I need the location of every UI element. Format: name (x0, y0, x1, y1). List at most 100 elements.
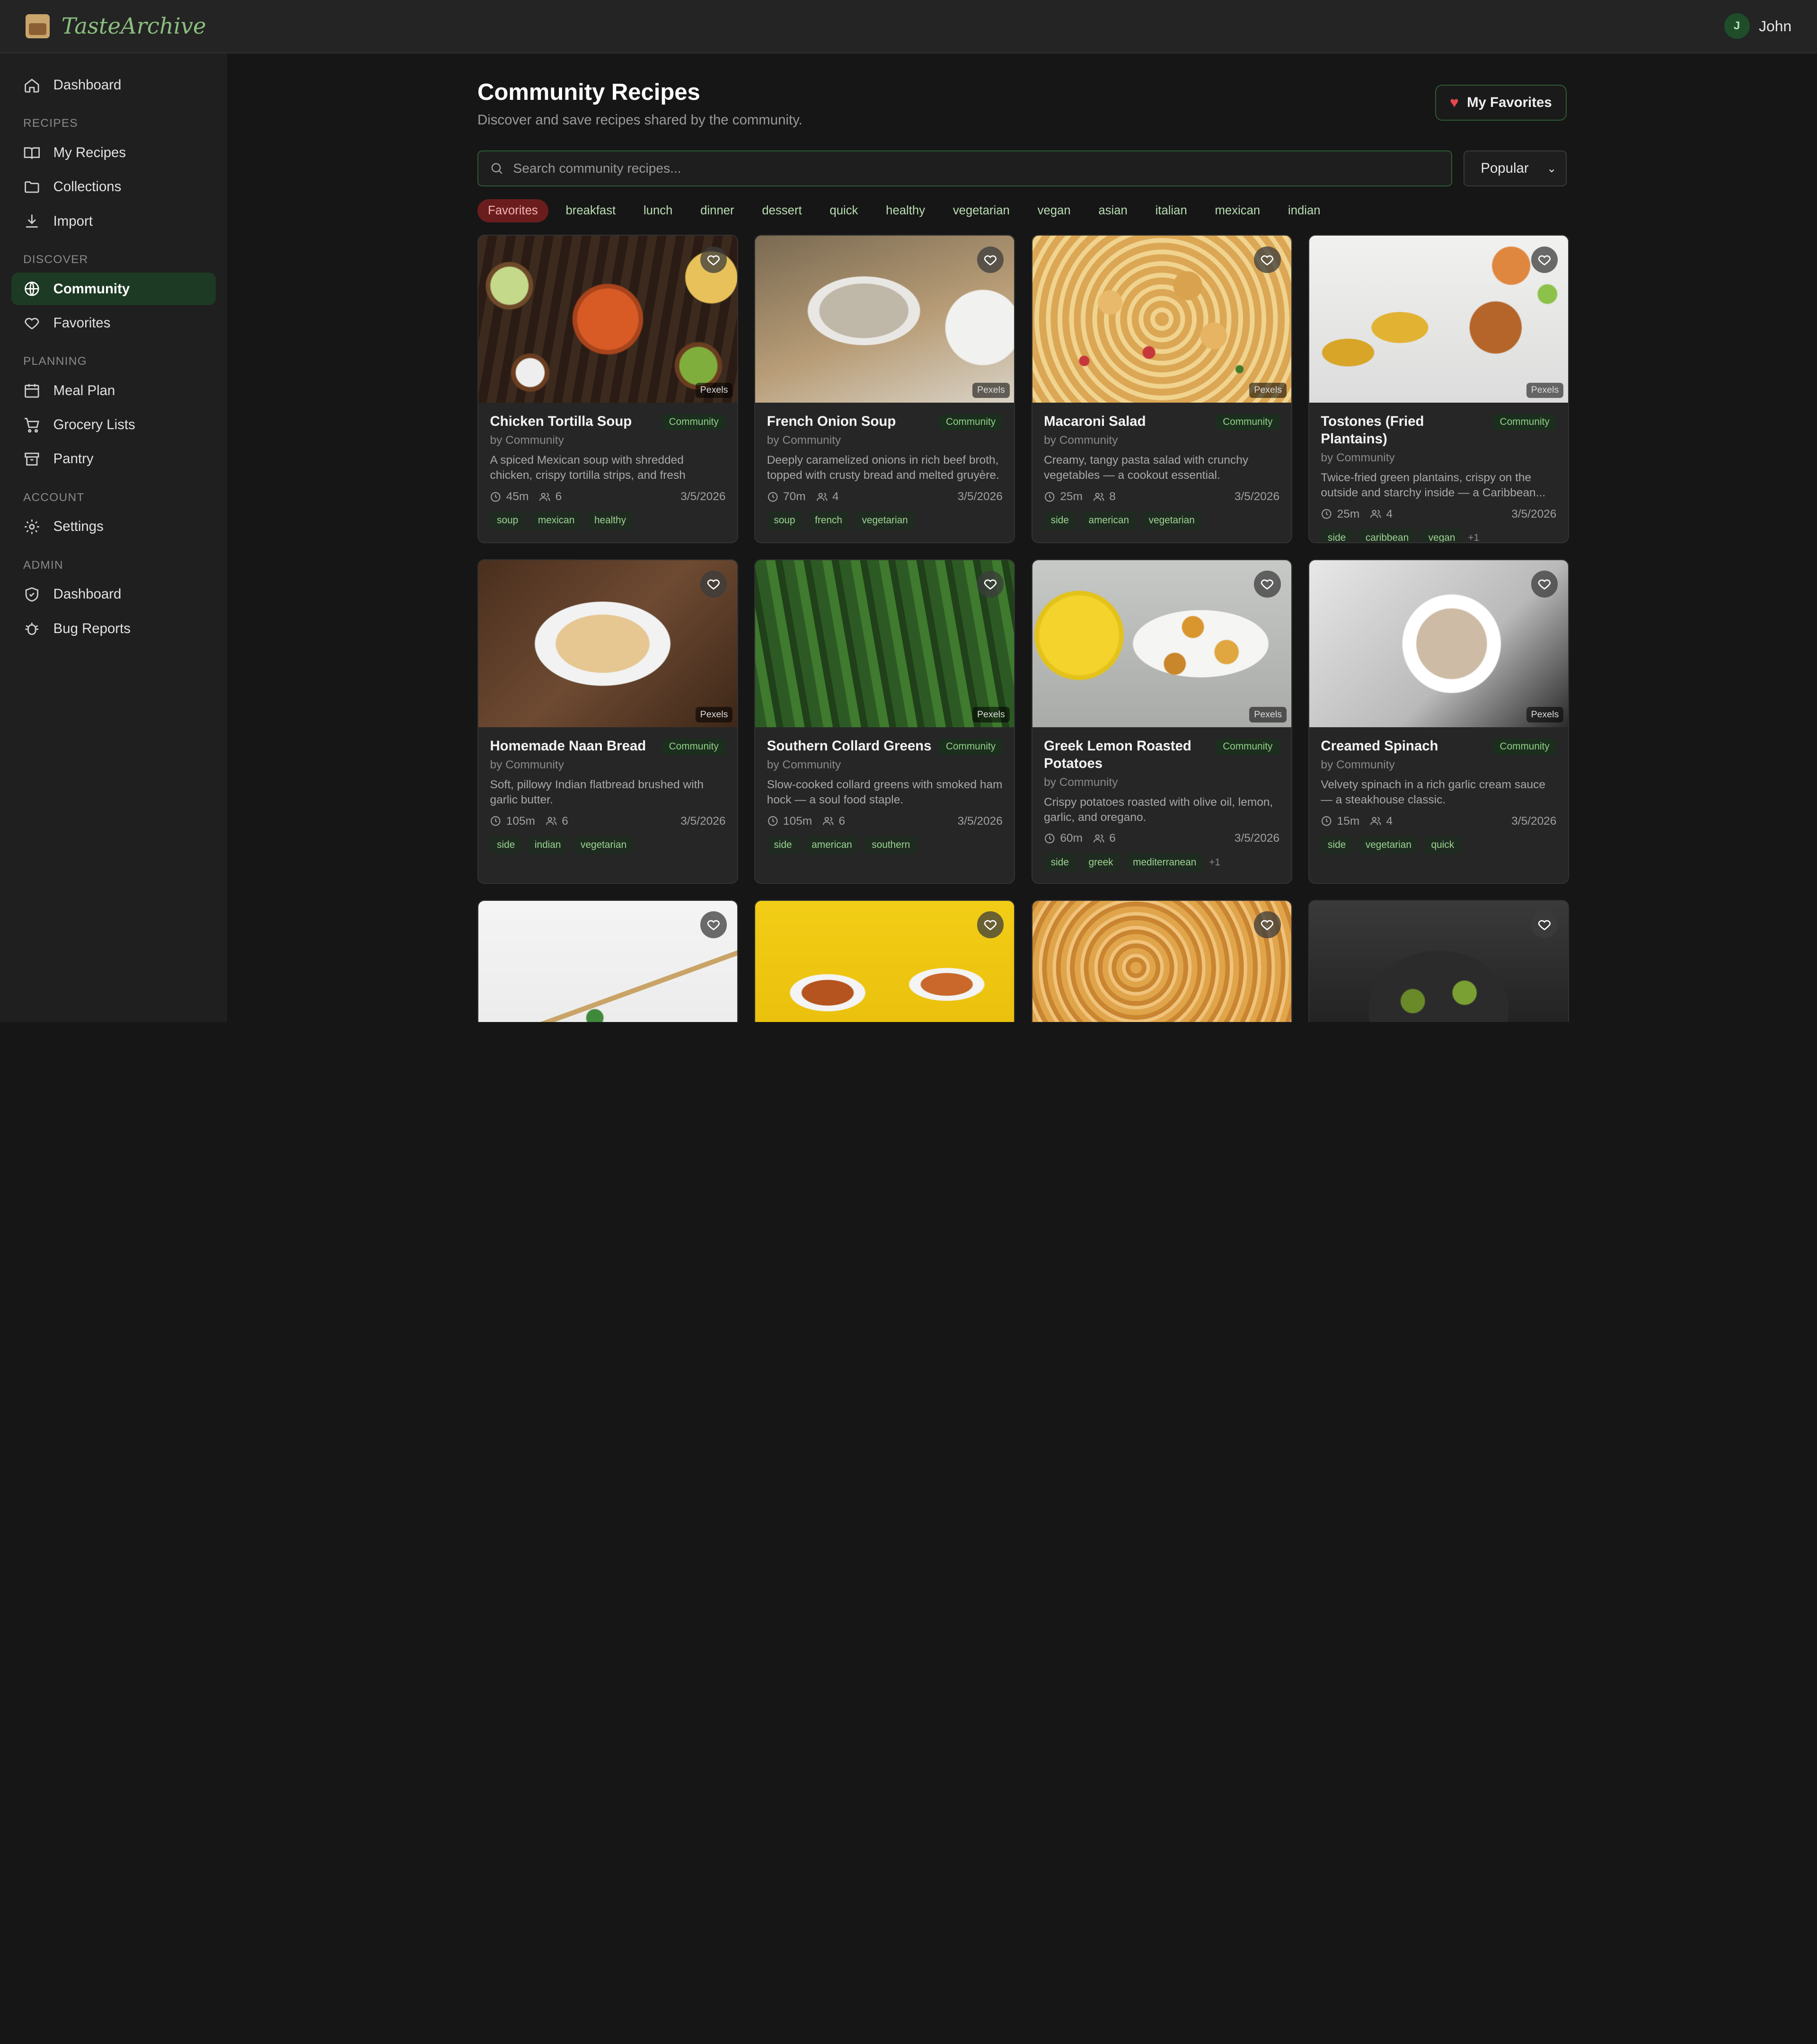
recipe-servings: 4 (1386, 814, 1393, 828)
recipe-tag: american (804, 836, 859, 855)
sidebar-item-pantry[interactable]: Pantry (11, 443, 215, 476)
recipe-tag: vegetarian (1358, 836, 1419, 855)
sidebar-item-label: Collections (53, 179, 122, 195)
user-menu[interactable]: J John (1724, 13, 1791, 39)
top-bar: TasteArchive J John (0, 0, 1817, 53)
filter-chip-vegetarian[interactable]: vegetarian (943, 199, 1020, 222)
sort-select[interactable]: Popular ⌄ (1464, 150, 1567, 186)
favorite-toggle[interactable] (1254, 911, 1281, 938)
filter-chip-dessert[interactable]: dessert (751, 199, 812, 222)
recipe-card[interactable]: Pexels Tostones (Fried Plantains) Communi… (1308, 235, 1569, 543)
sidebar-section-recipes: RECIPES (23, 117, 78, 130)
favorite-toggle[interactable] (977, 571, 1004, 598)
image-credit: Pexels (695, 707, 733, 723)
recipe-title: Macaroni Salad (1044, 414, 1146, 430)
sidebar-section-discover: DISCOVER (23, 253, 88, 266)
recipe-tag: vegetarian (573, 836, 634, 855)
recipe-time: 45m (506, 490, 529, 503)
heart-icon (1538, 580, 1551, 590)
filter-chip-indian[interactable]: indian (1278, 199, 1331, 222)
recipe-date: 3/5/2026 (1511, 814, 1557, 828)
recipe-title: Creamed Spinach (1321, 738, 1438, 754)
recipe-card[interactable]: Pexels Greek Lemon Roasted Potatoes Commu… (1031, 559, 1292, 884)
recipe-card[interactable] (754, 900, 1015, 1022)
sidebar-item-grocery-lists[interactable]: Grocery Lists (11, 409, 215, 441)
recipe-date: 3/5/2026 (680, 814, 726, 828)
archive-icon (23, 450, 41, 468)
recipe-card[interactable] (1308, 900, 1569, 1022)
favorite-toggle[interactable] (700, 246, 727, 273)
recipe-card[interactable]: Pexels Macaroni Salad Community by Commun… (1031, 235, 1292, 543)
recipe-tag: side (1044, 511, 1076, 530)
search-input[interactable] (513, 160, 1440, 176)
sidebar-item-import[interactable]: Import (11, 205, 215, 238)
recipe-card-body: Creamed Spinach Community by Community Ve… (1309, 727, 1568, 865)
sidebar-item-community[interactable]: Community (11, 273, 216, 305)
favorite-toggle[interactable] (977, 246, 1004, 273)
page-subtitle: Discover and save recipes shared by the … (477, 112, 803, 128)
recipe-time: 105m (783, 814, 812, 828)
my-favorites-label: My Favorites (1467, 94, 1552, 110)
recipe-title: Tostones (Fried Plantains) (1321, 414, 1424, 447)
recipe-card-body: Southern Collard Greens Community by Comm… (755, 727, 1014, 865)
sidebar-item-meal-plan[interactable]: Meal Plan (11, 375, 215, 407)
filter-chip-lunch[interactable]: lunch (633, 199, 683, 222)
favorite-toggle[interactable] (700, 911, 727, 938)
recipe-image (755, 901, 1014, 1022)
community-badge: Community (1216, 414, 1280, 431)
favorite-toggle[interactable] (1531, 571, 1558, 598)
sidebar-item-my-recipes[interactable]: My Recipes (11, 137, 215, 169)
filter-chip-quick[interactable]: quick (819, 199, 868, 222)
my-favorites-button[interactable]: ♥ My Favorites (1435, 84, 1567, 121)
filter-chip-mexican[interactable]: mexican (1204, 199, 1270, 222)
favorite-toggle[interactable] (1531, 246, 1558, 273)
recipe-date: 3/5/2026 (957, 814, 1003, 828)
image-credit: Pexels (972, 382, 1010, 398)
recipe-card[interactable] (477, 900, 738, 1022)
app-logo[interactable]: TasteArchive (25, 13, 206, 39)
recipe-image: Pexels (755, 236, 1014, 403)
favorite-toggle[interactable] (700, 571, 727, 598)
recipe-image: Pexels (1309, 560, 1568, 727)
filter-chip-asian[interactable]: asian (1088, 199, 1138, 222)
recipe-card[interactable]: Pexels Creamed Spinach Community by Commu… (1308, 559, 1569, 884)
filter-chip-dinner[interactable]: dinner (690, 199, 745, 222)
recipe-description: A spiced Mexican soup with shredded chic… (490, 454, 686, 482)
recipe-card[interactable] (1031, 900, 1292, 1022)
filter-chip-breakfast[interactable]: breakfast (555, 199, 626, 222)
sidebar-item-label: Settings (53, 519, 104, 535)
recipe-description: Soft, pillowy Indian flatbread brushed w… (490, 778, 704, 806)
recipe-card[interactable]: Pexels Southern Collard Greens Community … (754, 559, 1015, 884)
page-header: Community Recipes Discover and save reci… (477, 79, 1567, 129)
home-icon (23, 77, 41, 94)
recipe-description: Slow-cooked collard greens with smoked h… (767, 778, 1003, 806)
recipe-tag: healthy (587, 511, 633, 530)
recipe-date: 3/5/2026 (1234, 490, 1280, 503)
sidebar-item-favorites[interactable]: Favorites (11, 307, 215, 340)
heart-icon (707, 920, 720, 931)
favorite-toggle[interactable] (1531, 911, 1558, 938)
sidebar-item-settings[interactable]: Settings (11, 511, 215, 543)
recipe-description: Velvety spinach in a rich garlic cream s… (1321, 778, 1546, 806)
filter-chip-italian[interactable]: italian (1145, 199, 1198, 222)
favorite-toggle[interactable] (977, 911, 1004, 938)
favorite-toggle[interactable] (1254, 571, 1281, 598)
filter-chip-vegan[interactable]: vegan (1027, 199, 1081, 222)
app-name: TasteArchive (61, 13, 206, 39)
recipe-time: 25m (1337, 507, 1360, 520)
community-badge: Community (662, 414, 726, 431)
sidebar-item-admin-dashboard[interactable]: Dashboard (11, 578, 215, 611)
favorite-toggle[interactable] (1254, 246, 1281, 273)
sidebar-item-bug-reports[interactable]: Bug Reports (11, 612, 215, 645)
filter-chip-favorites[interactable]: Favorites (477, 199, 548, 222)
recipe-card[interactable]: Pexels Chicken Tortilla Soup Community by… (477, 235, 738, 543)
sidebar-item-collections[interactable]: Collections (11, 171, 215, 203)
recipe-card[interactable]: Pexels French Onion Soup Community by Com… (754, 235, 1015, 543)
heart-icon (707, 580, 720, 590)
sidebar-item-dashboard[interactable]: Dashboard (11, 69, 215, 102)
filter-chip-healthy[interactable]: healthy (875, 199, 935, 222)
sidebar-section-planning: PLANNING (23, 355, 87, 368)
clock-icon (1045, 834, 1055, 844)
recipe-servings: 6 (562, 814, 568, 828)
recipe-card[interactable]: Pexels Homemade Naan Bread Community by C… (477, 559, 738, 884)
